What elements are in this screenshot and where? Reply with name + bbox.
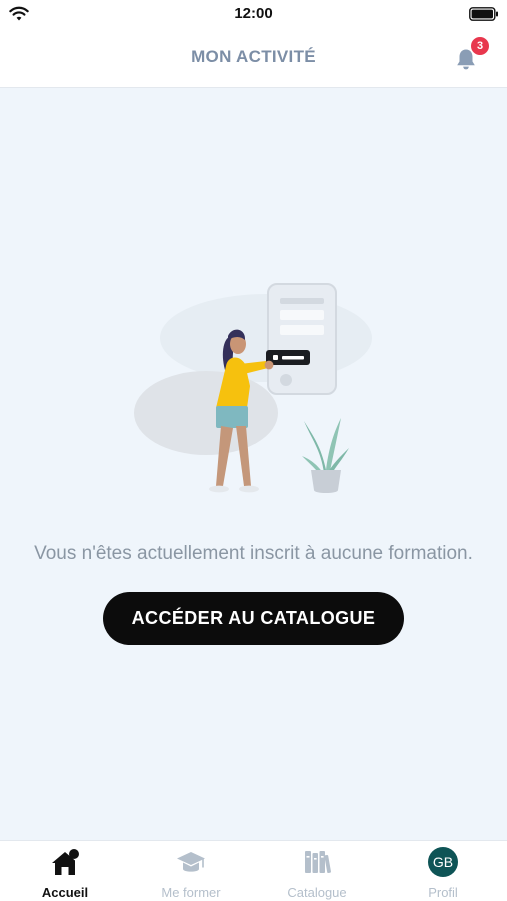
tab-me-former[interactable]: Me former <box>128 841 254 901</box>
graduation-cap-icon <box>177 852 205 872</box>
empty-state-illustration <box>134 283 372 493</box>
status-bar: 12:00 <box>0 0 507 28</box>
tab-label: Me former <box>161 885 221 900</box>
notification-badge: 3 <box>470 36 490 56</box>
home-icon <box>52 849 79 875</box>
tab-profil[interactable]: GB Profil <box>380 841 506 901</box>
tab-label: Profil <box>428 885 458 900</box>
page-title: MON ACTIVITÉ <box>191 47 316 66</box>
avatar: GB <box>428 847 458 877</box>
app-header: MON ACTIVITÉ 3 <box>0 28 507 88</box>
tab-bar: Accueil Me former Catalogue GB Profil <box>0 840 507 901</box>
empty-state-message: Vous n'êtes actuellement inscrit à aucun… <box>34 543 473 564</box>
tab-label: Catalogue <box>287 885 347 900</box>
tab-accueil[interactable]: Accueil <box>2 841 128 901</box>
browse-catalogue-button[interactable]: ACCÉDER AU CATALOGUE <box>103 592 404 645</box>
battery-icon <box>469 7 498 21</box>
tab-label: Accueil <box>41 885 89 900</box>
status-time: 12:00 <box>234 5 273 22</box>
notifications-button[interactable]: 3 <box>447 36 490 76</box>
books-icon <box>305 851 331 874</box>
tab-catalogue[interactable]: Catalogue <box>254 841 380 901</box>
main-content: Vous n'êtes actuellement inscrit à aucun… <box>0 88 507 840</box>
